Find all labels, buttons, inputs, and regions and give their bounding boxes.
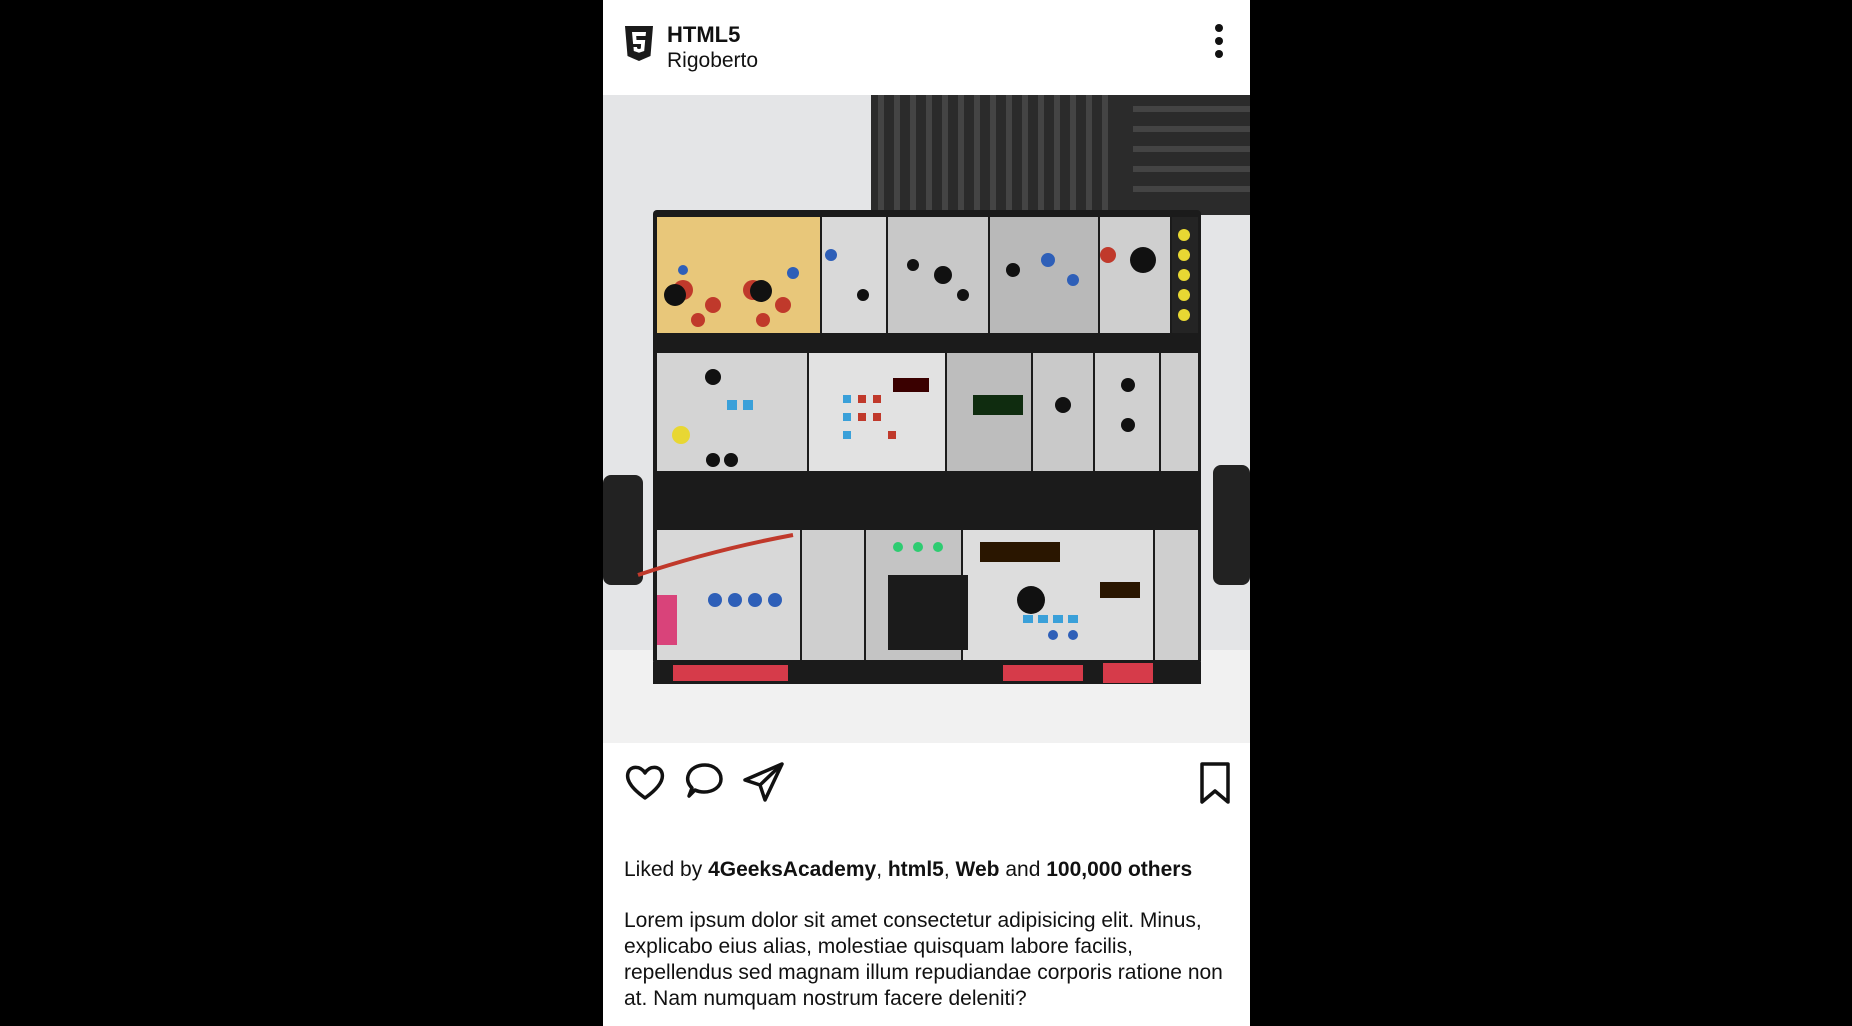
- more-options-button[interactable]: [1211, 24, 1227, 64]
- post-actions: [603, 760, 1250, 820]
- liker-link[interactable]: html5: [888, 858, 944, 881]
- post-caption: Lorem ipsum dolor sit amet consectetur a…: [624, 909, 1223, 1010]
- liker-link[interactable]: Web: [956, 858, 1000, 881]
- liker-link[interactable]: 4GeeksAcademy: [708, 858, 876, 881]
- likes-prefix: Liked by: [624, 858, 703, 881]
- account-name[interactable]: HTML5: [667, 22, 740, 48]
- comment-icon[interactable]: [682, 760, 726, 804]
- post-image: [603, 95, 1250, 743]
- more-vertical-icon: [1215, 24, 1223, 32]
- likes-count[interactable]: 100,000 others: [1046, 858, 1192, 881]
- send-icon[interactable]: [741, 760, 787, 804]
- post-header: HTML5 Rigoberto: [603, 0, 1250, 95]
- html5-icon: [625, 26, 653, 61]
- post-location[interactable]: Rigoberto: [667, 48, 758, 74]
- post-card: HTML5 Rigoberto Liked by 4GeeksAcademy, …: [603, 0, 1250, 1026]
- heart-icon[interactable]: [623, 760, 667, 804]
- bookmark-icon[interactable]: [1195, 760, 1235, 806]
- likes-summary: Liked by 4GeeksAcademy, html5, Web and 1…: [624, 858, 1193, 881]
